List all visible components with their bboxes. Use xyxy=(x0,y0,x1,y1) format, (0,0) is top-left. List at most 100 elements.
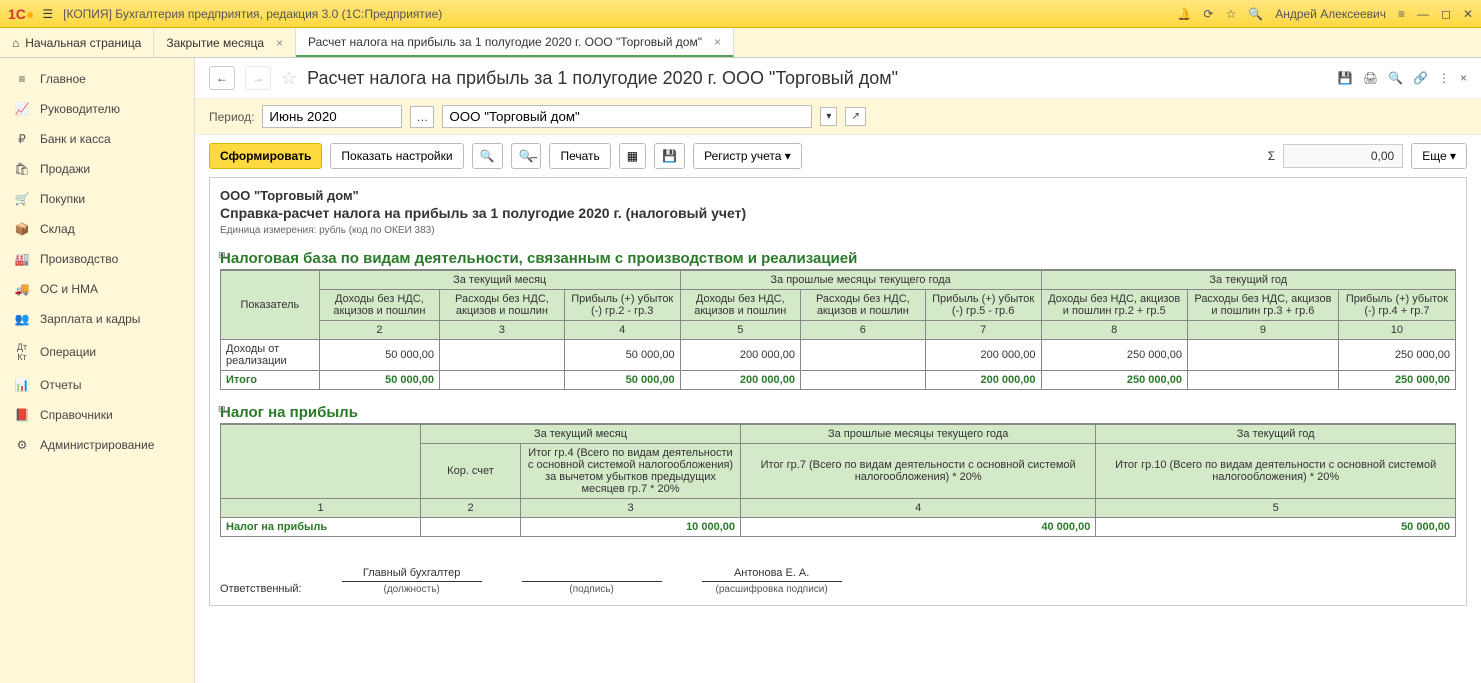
sidebar-item-refs[interactable]: 📕Справочники xyxy=(0,400,194,430)
link-icon[interactable]: 🔗 xyxy=(1413,71,1428,85)
sidebar-item-sales[interactable]: 🛍 Продажи xyxy=(0,154,194,184)
more-icon[interactable]: ⋮ xyxy=(1438,71,1450,85)
report-org: ООО "Торговый дом" xyxy=(220,188,1456,203)
minimize-icon[interactable]: — xyxy=(1417,7,1429,21)
col-num: 3 xyxy=(521,499,741,518)
period-label: Период: xyxy=(209,110,254,124)
section1-title: Налоговая база по видам деятельности, св… xyxy=(220,250,1456,270)
table-row-total: Итого 50 000,00 50 000,00 200 000,00 200… xyxy=(221,371,1456,390)
col-num: 9 xyxy=(1187,321,1338,340)
forward-button[interactable]: → xyxy=(245,66,271,90)
close-window-icon[interactable]: ✕ xyxy=(1463,7,1473,21)
section2-title: Налог на прибыль xyxy=(220,404,1456,424)
star-icon[interactable]: ☆ xyxy=(1225,7,1236,21)
sub-col: Расходы без НДС, акцизов и пошлин гр.3 +… xyxy=(1187,290,1338,321)
sub-col: Доходы без НДС, акцизов и пошлин xyxy=(680,290,800,321)
more-button[interactable]: Еще ▾ xyxy=(1411,143,1467,169)
sidebar-item-label: Склад xyxy=(40,222,75,236)
sidebar-item-operations[interactable]: ДтКтОперации xyxy=(0,334,194,370)
collapse-icon[interactable]: ⊟ xyxy=(218,250,226,261)
sigma-icon: Σ xyxy=(1268,149,1275,163)
sidebar-item-purchases[interactable]: 🛒Покупки xyxy=(0,184,194,214)
sidebar-item-label: Продажи xyxy=(40,162,90,176)
col-cur-month: За текущий месяц xyxy=(319,271,680,290)
ruble-icon: ₽ xyxy=(14,132,30,146)
table-row-total: Налог на прибыль 10 000,00 40 000,00 50 … xyxy=(221,518,1456,537)
sidebar-item-label: ОС и НМА xyxy=(40,282,98,296)
form-button[interactable]: Сформировать xyxy=(209,143,322,169)
close-icon[interactable]: × xyxy=(276,36,283,50)
factory-icon: 🏭 xyxy=(14,252,30,266)
find-clear-button[interactable]: 🔍̶ xyxy=(511,143,542,169)
org-open-button[interactable]: ↗ xyxy=(845,107,865,126)
sidebar-item-label: Администрирование xyxy=(40,438,154,452)
collapse-icon[interactable]: ⊟ xyxy=(218,404,226,415)
page-title: Расчет налога на прибыль за 1 полугодие … xyxy=(307,68,1328,89)
sidebar-item-reports[interactable]: 📊Отчеты xyxy=(0,370,194,400)
sidebar-item-label: Производство xyxy=(40,252,118,266)
bag-icon: 🛍 xyxy=(14,162,30,176)
sidebar: ≡Главное 📈Руководителю ₽Банк и касса 🛍 Пр… xyxy=(0,58,195,683)
tab-closing[interactable]: Закрытие месяца × xyxy=(154,28,296,57)
app-logo: 1С● xyxy=(8,6,34,22)
col-cur-year: За текущий год xyxy=(1041,271,1455,290)
col-num: 5 xyxy=(680,321,800,340)
sub-col: Прибыль (+) убыток (-) гр.4 + гр.7 xyxy=(1338,290,1455,321)
truck-icon: 🚚 xyxy=(14,282,30,296)
responsible-label: Ответственный: xyxy=(220,583,302,595)
col-num: 4 xyxy=(564,321,680,340)
col-cur-month: За текущий месяц xyxy=(421,425,741,444)
table-profit-tax: За текущий месяц За прошлые месяцы текущ… xyxy=(220,424,1456,537)
filter-icon[interactable]: ≡ xyxy=(1398,7,1405,21)
sidebar-item-stock[interactable]: 📦 Склад xyxy=(0,214,194,244)
org-dropdown-button[interactable]: ▾ xyxy=(820,107,837,126)
close-icon[interactable]: × xyxy=(714,35,721,49)
save-icon[interactable]: 💾 xyxy=(1338,71,1353,85)
tab-home[interactable]: ⌂ Начальная страница xyxy=(0,28,154,57)
org-input[interactable] xyxy=(442,105,812,128)
sub-col-p: Итог гр.7 (Всего по видам деятельности с… xyxy=(741,444,1096,499)
print-button[interactable]: Печать xyxy=(549,143,610,169)
box-icon: 📦 xyxy=(14,222,30,236)
signature-label: (подпись) xyxy=(522,581,662,595)
sub-col: Прибыль (+) убыток (-) гр.5 - гр.6 xyxy=(925,290,1041,321)
tab-tax-report[interactable]: Расчет налога на прибыль за 1 полугодие … xyxy=(296,28,734,57)
period-picker-button[interactable]: … xyxy=(410,106,434,128)
find-button[interactable]: 🔍 xyxy=(472,143,503,169)
period-input[interactable] xyxy=(262,105,402,128)
close-icon[interactable]: × xyxy=(1460,71,1467,85)
preview-icon[interactable]: 🔍 xyxy=(1388,71,1403,85)
search-icon[interactable]: 🔍 xyxy=(1248,7,1263,21)
save-report-button[interactable]: 💾 xyxy=(654,143,685,169)
name-value: Антонова Е. А. xyxy=(702,567,842,581)
sub-col: Доходы без НДС, акцизов и пошлин гр.2 + … xyxy=(1041,290,1187,321)
col-num: 5 xyxy=(1096,499,1456,518)
col-num: 8 xyxy=(1041,321,1187,340)
sidebar-item-salary[interactable]: 👥Зарплата и кадры xyxy=(0,304,194,334)
sidebar-item-production[interactable]: 🏭 Производство xyxy=(0,244,194,274)
sidebar-item-main[interactable]: ≡Главное xyxy=(0,64,194,94)
sidebar-item-manager[interactable]: 📈Руководителю xyxy=(0,94,194,124)
export-button[interactable]: ▦ xyxy=(619,143,646,169)
col-num: 6 xyxy=(800,321,925,340)
sidebar-item-bank[interactable]: ₽Банк и касса xyxy=(0,124,194,154)
back-button[interactable]: ← xyxy=(209,66,235,90)
maximize-icon[interactable]: ◻ xyxy=(1441,7,1451,21)
col-num: 3 xyxy=(440,321,565,340)
favorite-icon[interactable]: ☆ xyxy=(281,68,297,89)
history-icon[interactable]: ⟳ xyxy=(1203,7,1213,21)
sidebar-item-assets[interactable]: 🚚 ОС и НМА xyxy=(0,274,194,304)
report-unit: Единица измерения: рубль (код по ОКЕИ 38… xyxy=(220,225,1456,236)
print-icon[interactable]: 🖨 xyxy=(1363,71,1378,85)
tab-tax-report-label: Расчет налога на прибыль за 1 полугодие … xyxy=(308,35,702,49)
user-name[interactable]: Андрей Алексеевич xyxy=(1275,7,1386,21)
register-button[interactable]: Регистр учета ▾ xyxy=(693,143,802,169)
bell-icon[interactable]: 🔔 xyxy=(1176,7,1191,21)
sub-col-acc: Кор. счет xyxy=(421,444,521,499)
menu-icon[interactable]: ☰ xyxy=(42,7,53,21)
show-settings-button[interactable]: Показать настройки xyxy=(330,143,463,169)
home-icon: ⌂ xyxy=(12,36,19,50)
app-title: [КОПИЯ] Бухгалтерия предприятия, редакци… xyxy=(63,7,1176,21)
sidebar-item-admin[interactable]: ⚙Администрирование xyxy=(0,430,194,460)
tab-closing-label: Закрытие месяца xyxy=(166,36,264,50)
